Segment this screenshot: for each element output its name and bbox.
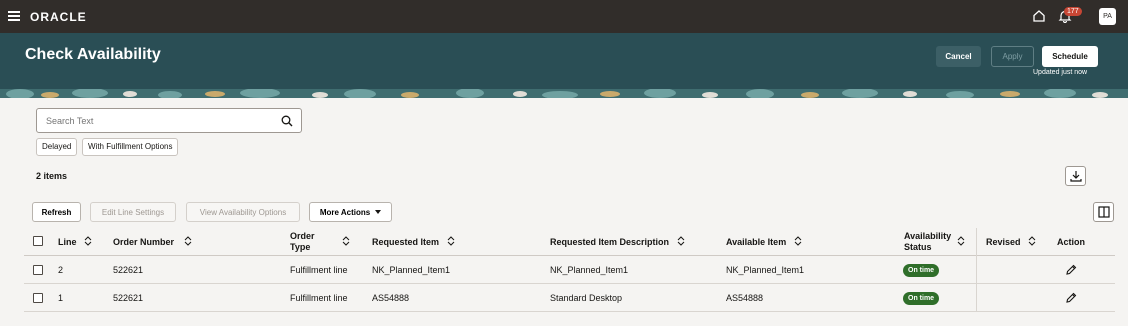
sort-icon[interactable] bbox=[447, 236, 455, 246]
page-header: Check Availability Cancel Apply Schedule… bbox=[0, 33, 1128, 98]
refresh-button[interactable]: Refresh bbox=[32, 202, 81, 222]
cell-available-item: NK_Planned_Item1 bbox=[726, 265, 805, 275]
page-title: Check Availability bbox=[25, 46, 161, 63]
sort-icon[interactable] bbox=[1028, 236, 1036, 246]
col-header-action: Action bbox=[1057, 237, 1085, 247]
columns-icon bbox=[1098, 206, 1110, 218]
col-header-revised[interactable]: Revised bbox=[986, 237, 1021, 247]
sort-icon[interactable] bbox=[342, 236, 350, 246]
cell-requested-item: NK_Planned_Item1 bbox=[372, 265, 451, 275]
col-header-line[interactable]: Line bbox=[58, 237, 77, 247]
row-checkbox[interactable] bbox=[33, 293, 43, 303]
cell-requested-item-description: Standard Desktop bbox=[550, 293, 623, 303]
filter-chip-delayed[interactable]: Delayed bbox=[36, 138, 78, 156]
col-header-availability-status-line2[interactable]: Status bbox=[904, 242, 932, 252]
col-header-order-type-line2[interactable]: Type bbox=[290, 242, 310, 252]
user-avatar[interactable]: PA bbox=[1099, 8, 1116, 25]
search-icon[interactable] bbox=[281, 115, 293, 127]
notification-count-badge: 177 bbox=[1064, 7, 1082, 16]
sort-icon[interactable] bbox=[184, 236, 192, 246]
cell-requested-item: AS54888 bbox=[372, 293, 410, 303]
cell-order-type: Fulfillment line bbox=[290, 265, 348, 275]
cell-requested-item-description: NK_Planned_Item1 bbox=[550, 265, 629, 275]
cell-order-type: Fulfillment line bbox=[290, 293, 348, 303]
home-icon[interactable] bbox=[1032, 9, 1046, 23]
sort-icon[interactable] bbox=[84, 236, 92, 246]
cell-line: 2 bbox=[58, 265, 64, 275]
more-actions-label: More Actions bbox=[319, 207, 371, 217]
manage-columns-button[interactable] bbox=[1093, 202, 1114, 222]
export-button[interactable] bbox=[1065, 166, 1086, 186]
hamburger-menu-icon[interactable] bbox=[8, 11, 20, 21]
search-box[interactable] bbox=[36, 108, 302, 133]
edit-pencil-icon[interactable] bbox=[1065, 292, 1077, 304]
chevron-down-icon bbox=[375, 210, 382, 215]
col-header-availability-status-line1[interactable]: Availability bbox=[904, 231, 951, 241]
sort-icon[interactable] bbox=[677, 236, 685, 246]
table-header-row: Line Order Number Order Type Requested I… bbox=[24, 228, 1115, 256]
filter-chip-fulfillment-options[interactable]: With Fulfillment Options bbox=[82, 138, 179, 156]
schedule-button[interactable]: Schedule bbox=[1042, 46, 1098, 67]
more-actions-dropdown[interactable]: More Actions bbox=[309, 202, 392, 222]
col-header-available-item[interactable]: Available Item bbox=[726, 237, 786, 247]
status-badge: On time bbox=[903, 264, 940, 277]
oracle-logo: ORACLE bbox=[30, 10, 87, 24]
download-icon bbox=[1070, 171, 1082, 182]
select-all-checkbox[interactable] bbox=[33, 236, 43, 246]
table-row[interactable]: 2 522621 Fulfillment line NK_Planned_Ite… bbox=[24, 256, 1115, 284]
item-count: 2 items bbox=[36, 171, 68, 181]
col-header-requested-item[interactable]: Requested Item bbox=[372, 237, 439, 247]
updated-timestamp: Updated just now bbox=[1033, 69, 1088, 76]
edit-pencil-icon[interactable] bbox=[1065, 264, 1077, 276]
sort-icon[interactable] bbox=[957, 236, 965, 246]
table-row[interactable]: 1 522621 Fulfillment line AS54888 Standa… bbox=[24, 284, 1115, 312]
search-input[interactable] bbox=[46, 115, 266, 127]
col-header-requested-item-description[interactable]: Requested Item Description bbox=[550, 237, 669, 247]
sort-icon[interactable] bbox=[794, 236, 802, 246]
row-checkbox[interactable] bbox=[33, 265, 43, 275]
cell-order-number: 522621 bbox=[113, 293, 144, 303]
edit-line-settings-button[interactable]: Edit Line Settings bbox=[90, 202, 176, 222]
cell-line: 1 bbox=[58, 293, 64, 303]
col-header-order-type-line1[interactable]: Order bbox=[290, 231, 315, 241]
cell-available-item: AS54888 bbox=[726, 293, 764, 303]
cell-order-number: 522621 bbox=[113, 265, 144, 275]
apply-button[interactable]: Apply bbox=[991, 46, 1034, 67]
col-header-order-number[interactable]: Order Number bbox=[113, 237, 174, 247]
cancel-button[interactable]: Cancel bbox=[936, 46, 981, 67]
status-badge: On time bbox=[903, 292, 940, 305]
decorative-leaf-pattern bbox=[0, 89, 1128, 98]
top-nav-bar: ORACLE 177 PA bbox=[0, 0, 1128, 33]
view-availability-options-button[interactable]: View Availability Options bbox=[186, 202, 300, 222]
